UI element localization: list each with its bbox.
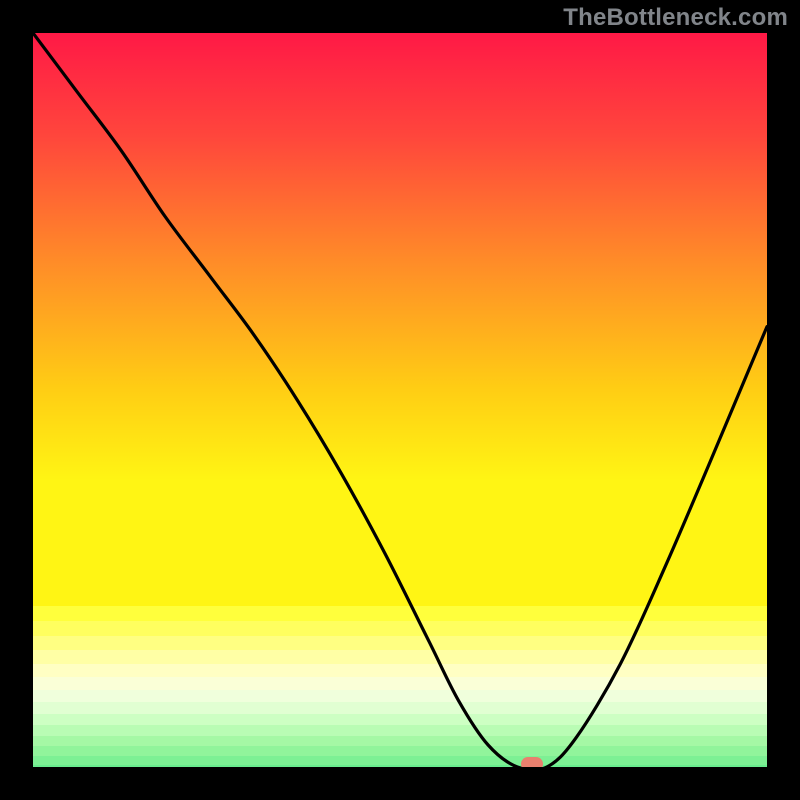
color-bands bbox=[33, 606, 767, 767]
plot-svg bbox=[33, 33, 767, 767]
plot-area bbox=[33, 33, 767, 767]
watermark-text: TheBottleneck.com bbox=[563, 4, 788, 32]
optimal-point-marker bbox=[521, 757, 543, 767]
chart-frame: TheBottleneck.com bbox=[0, 0, 800, 800]
